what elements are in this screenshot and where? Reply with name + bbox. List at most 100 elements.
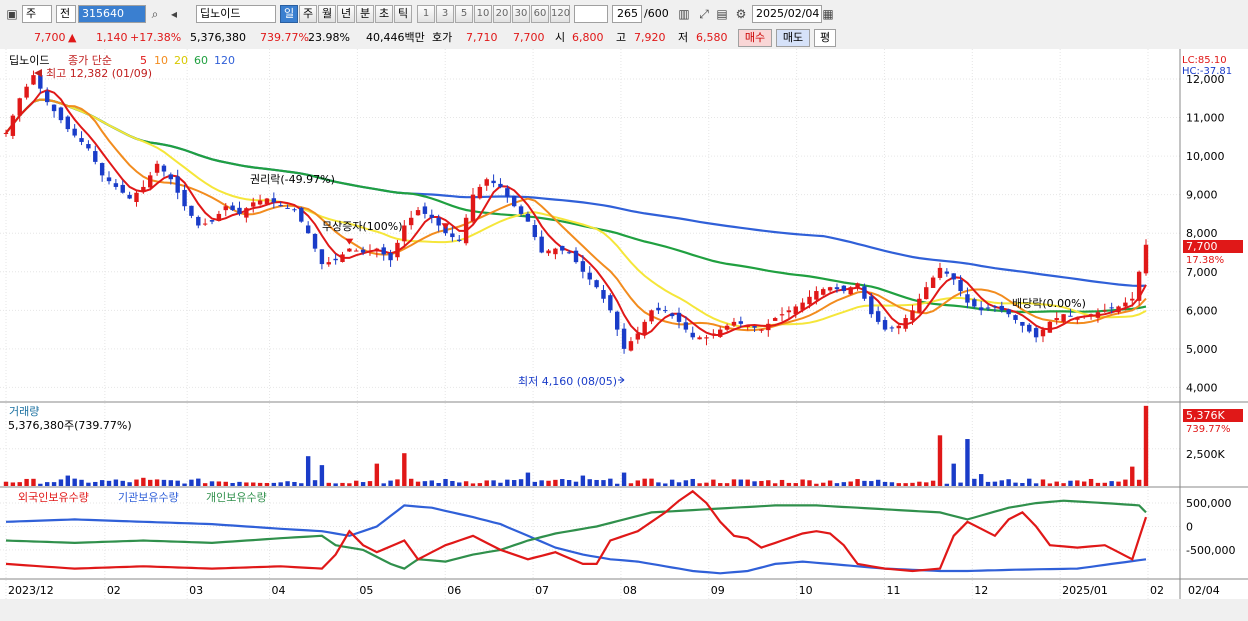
volume-bar [834,483,840,486]
candle-body [463,217,469,244]
period-second[interactable]: 초 [375,5,393,23]
volume-bar [930,480,936,486]
open-price: 6,800 [572,31,604,44]
candle-body [821,289,826,295]
last-date-label: 02/04 [1188,584,1220,597]
low-price: 6,580 [696,31,728,44]
interval-1[interactable]: 1 [417,5,435,23]
volume-bar [676,482,682,486]
change-pct: +17.38% [130,31,182,44]
panel-title: 딥노이드 [9,54,49,67]
volume-bar [539,480,544,486]
period-tick[interactable]: 틱 [394,5,412,23]
volume-bar [360,482,366,486]
candle-body [505,188,510,197]
bid-price: 7,700 [513,31,545,44]
candle-body [855,283,860,289]
toolbar: ▣ 주 전 315640 ⌕ ◂ 딥노이드 일 주 월 년 분 초 틱 1 3 … [0,0,1248,28]
eval-button[interactable]: 평 [814,29,836,47]
volume-bar [65,475,71,486]
candle-body [1136,271,1142,301]
search-icon[interactable]: ⌕ [147,5,163,23]
volume-bar [1095,482,1101,486]
candle-body [745,325,750,327]
candle-body [862,286,867,299]
volume-bar [642,478,647,486]
candle-body [182,189,187,207]
period-year[interactable]: 년 [337,5,355,23]
candle-body [340,254,345,262]
volume-bar [319,465,325,486]
volume-bar [738,479,744,486]
candle-type-icon[interactable]: ▥ [676,5,692,23]
interval-10[interactable]: 10 [474,5,492,23]
settings-icon[interactable]: ⚙ [733,5,749,23]
candle-body [807,296,812,305]
volume-bar [972,478,977,486]
period-minute[interactable]: 분 [356,5,374,23]
period-week[interactable]: 주 [299,5,317,23]
volume-bar [244,482,249,486]
volume-bar [31,478,36,486]
volume-bar [663,483,668,486]
date-input[interactable]: 2025/02/04 [752,5,822,23]
mode-select[interactable]: 전 [56,5,76,23]
sound-icon[interactable]: ◂ [166,5,182,23]
date-tick-label: 09 [711,584,725,597]
volume-bar [463,481,469,486]
interval-5[interactable]: 5 [455,5,473,23]
volume-bar [127,482,132,486]
draw-icon[interactable]: ⤢ [696,5,712,23]
volume-bar [1102,482,1107,486]
price-chart[interactable]: 12,00011,00010,0009,0008,0007,0006,0005,… [0,49,1248,621]
volume-bar [731,479,737,486]
period-day[interactable]: 일 [280,5,298,23]
candle-body [985,307,991,309]
legend-ma10: 10 [154,54,168,67]
interval-60[interactable]: 60 [531,5,549,23]
volume-bar [511,480,517,486]
volume-bar [223,481,228,486]
interval-120[interactable]: 120 [550,5,570,23]
candle-body [683,322,689,330]
market-select[interactable]: 주 [22,5,52,23]
volume-bar [450,480,455,486]
price-tick-label: 8,000 [1186,227,1218,240]
interval-20[interactable]: 20 [493,5,511,23]
window-icon[interactable]: ▣ [4,5,20,23]
volume-bar [1054,481,1059,486]
candle-body [608,295,613,311]
sell-button[interactable]: 매도 [776,29,810,47]
candle-body [65,116,71,130]
save-icon[interactable]: ▤ [714,5,730,23]
volume-bar [896,483,901,486]
custom-interval-select[interactable] [574,5,608,23]
volume-bar [889,482,895,486]
ask-price: 7,710 [466,31,498,44]
candle-body [642,321,647,335]
volume-bar [697,483,702,486]
interval-3[interactable]: 3 [436,5,454,23]
candle-body [395,242,400,258]
price-tick-label: 4,000 [1186,381,1218,394]
candle-body [841,285,847,292]
volume-bar [436,482,441,486]
volume-bar [546,480,551,486]
volume-bar [711,479,716,486]
period-month[interactable]: 월 [318,5,336,23]
volume-bar [457,482,462,486]
buy-button[interactable]: 매수 [738,29,772,47]
candle-body [972,299,977,307]
volume-bar [690,478,695,486]
candle-body [1020,321,1025,326]
interval-30[interactable]: 30 [512,5,530,23]
candle-body [127,194,132,199]
stock-code-input[interactable]: 315640 [78,5,146,23]
volume: 5,376,380 [190,31,246,44]
count-input[interactable]: 265 [612,5,642,23]
change: 1,140 [96,31,128,44]
volume-bar [175,480,180,486]
calendar-icon[interactable]: ▦ [820,5,836,23]
up-arrow-icon: ▲ [68,31,77,44]
candle-body [924,287,929,300]
